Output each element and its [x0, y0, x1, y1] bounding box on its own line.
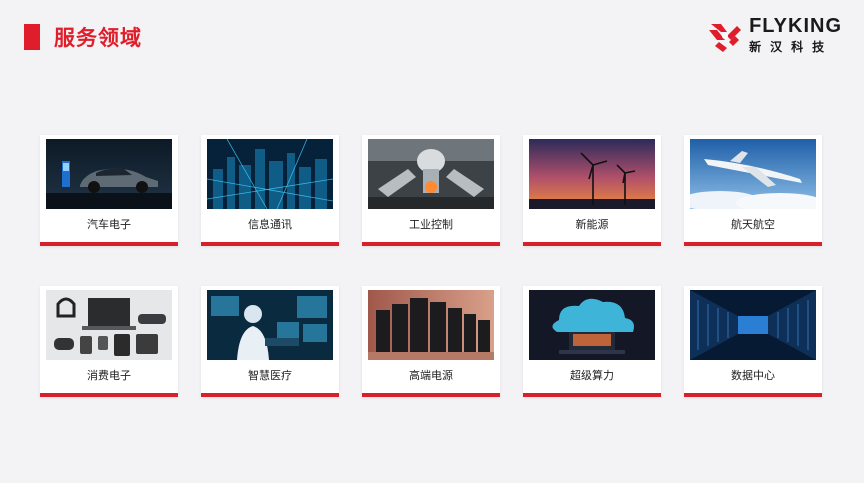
- service-card-data-center[interactable]: 数据中心: [684, 286, 822, 397]
- service-card-new-energy[interactable]: 新能源: [523, 135, 661, 246]
- service-card-automotive[interactable]: 汽车电子: [40, 135, 178, 246]
- service-card-label: 汽车电子: [87, 218, 131, 231]
- service-card-power-supply[interactable]: 高端电源: [362, 286, 500, 397]
- service-card-smart-medical[interactable]: 智慧医疗: [201, 286, 339, 397]
- consumer-devices-image: [46, 290, 172, 360]
- service-card-industrial[interactable]: 工业控制: [362, 135, 500, 246]
- power-supply-image: [368, 290, 494, 360]
- airplane-image: [690, 139, 816, 209]
- service-grid: 汽车电子 信息通讯 工业控制 新能源 航天航空 消费电子 智慧医疗 高端电源 超…: [0, 0, 864, 483]
- service-card-label: 高端电源: [409, 369, 453, 382]
- service-card-supercomputing[interactable]: 超级算力: [523, 286, 661, 397]
- service-card-label: 新能源: [575, 218, 609, 231]
- car-image: [46, 139, 172, 209]
- service-card-telecom[interactable]: 信息通讯: [201, 135, 339, 246]
- service-card-consumer[interactable]: 消费电子: [40, 286, 178, 397]
- service-card-label: 工业控制: [409, 218, 453, 231]
- wind-turbine-image: [529, 139, 655, 209]
- industrial-robot-image: [368, 139, 494, 209]
- smart-medical-image: [207, 290, 333, 360]
- service-card-label: 数据中心: [731, 369, 775, 382]
- service-card-aerospace[interactable]: 航天航空: [684, 135, 822, 246]
- service-card-label: 航天航空: [731, 218, 775, 231]
- data-city-image: [207, 139, 333, 209]
- service-card-label: 消费电子: [87, 369, 131, 382]
- supercomputing-cloud-image: [529, 290, 655, 360]
- service-card-label: 超级算力: [570, 369, 614, 382]
- service-card-label: 信息通讯: [248, 218, 292, 231]
- service-card-label: 智慧医疗: [248, 369, 292, 382]
- data-center-image: [690, 290, 816, 360]
